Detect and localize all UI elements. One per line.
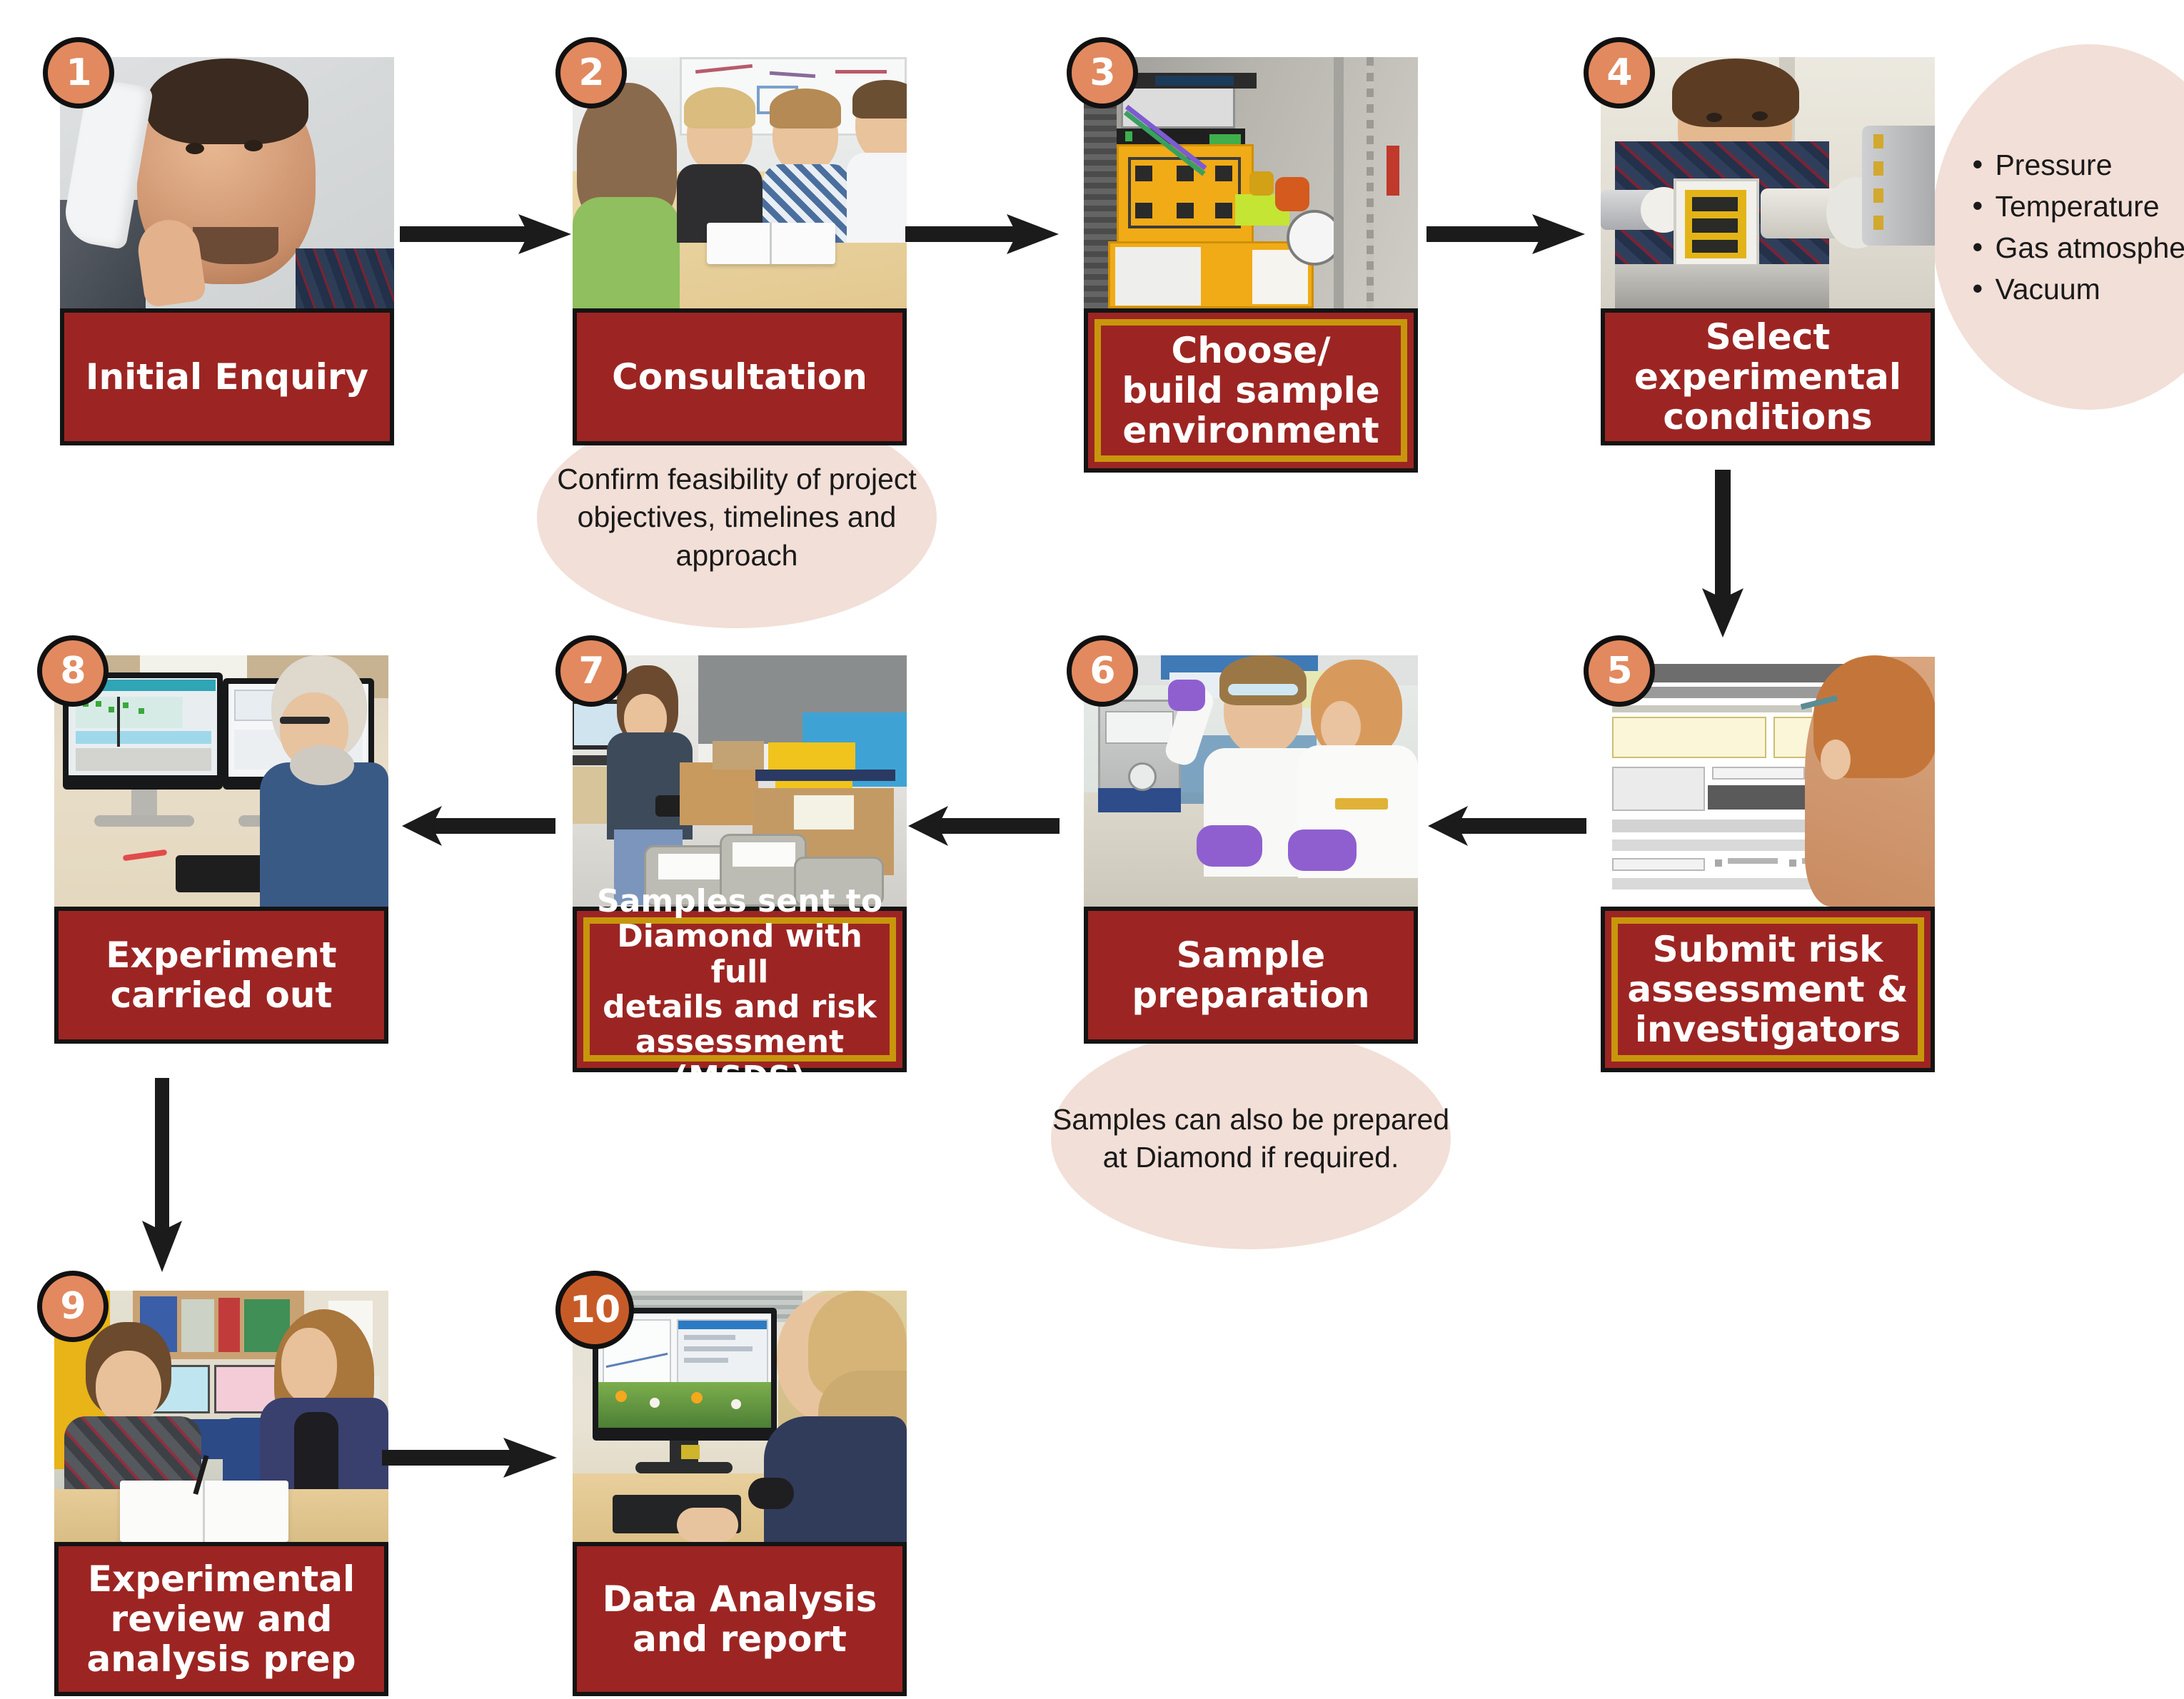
- step-card-2[interactable]: 2 Consultation: [555, 37, 907, 445]
- step-photo-6: [1084, 655, 1418, 907]
- condition-item: Temperature: [1972, 184, 2184, 227]
- step-label-text-8: Experiment carried out: [106, 934, 337, 1016]
- connector-9-to-10: [382, 1435, 557, 1481]
- step-label-1: Initial Enquiry: [60, 308, 394, 445]
- step-number-5: 5: [1606, 650, 1632, 692]
- condition-item: Pressure: [1972, 143, 2184, 186]
- step-photo-3: [1084, 57, 1418, 308]
- step-label-9: Experimental review and analysis prep: [54, 1542, 388, 1696]
- connector-5-to-6: [1428, 803, 1586, 849]
- condition-item: Gas atmosphere: [1972, 226, 2184, 268]
- step-label-6: Sample preparation: [1084, 907, 1418, 1044]
- connector-7-to-8: [402, 803, 555, 849]
- connector-2-to-3: [905, 211, 1059, 257]
- step-badge-3: 3: [1067, 37, 1138, 109]
- step-card-3[interactable]: 3 Choose/ build sample environment: [1067, 37, 1418, 473]
- step-photo-7: [573, 655, 907, 907]
- annotation-bubble-sample-prep: Samples can also be prepared at Diamond …: [1051, 1028, 1451, 1249]
- annotation-list-conditions: Pressure Temperature Gas atmosphere Vacu…: [1966, 143, 2184, 311]
- connector-4-to-5: [1698, 470, 1748, 637]
- step-label-text-10: Data Analysis and report: [602, 1578, 877, 1660]
- step-number-10: 10: [569, 1289, 620, 1331]
- step-photo-5: [1601, 655, 1935, 907]
- step-number-2: 2: [578, 51, 604, 94]
- step-label-10: Data Analysis and report: [573, 1542, 907, 1696]
- step-label-2: Consultation: [573, 308, 907, 445]
- connector-8-to-9: [138, 1078, 188, 1272]
- step-label-text-6: Sample preparation: [1132, 934, 1370, 1016]
- step-badge-9: 9: [37, 1271, 109, 1342]
- condition-item: Vacuum: [1972, 267, 2184, 310]
- step-label-text-4: Select experimental conditions: [1634, 316, 1902, 438]
- step-label-text-5: Submit risk assessment & investigators: [1627, 929, 1908, 1050]
- workflow-diagram: Confirm feasibility of project objective…: [0, 0, 2184, 1697]
- step-photo-8: [54, 655, 388, 907]
- step-photo-4: [1601, 57, 1935, 308]
- connector-6-to-7: [908, 803, 1060, 849]
- step-badge-8: 8: [37, 635, 109, 707]
- annotation-text-sample-prep: Samples can also be prepared at Diamond …: [1052, 1102, 1450, 1174]
- step-number-7: 7: [578, 650, 604, 692]
- annotation-bubble-conditions: Pressure Temperature Gas atmosphere Vacu…: [1932, 44, 2184, 410]
- step-card-5[interactable]: 5 Submit risk assessment & investigators: [1584, 635, 1935, 1078]
- step-card-7[interactable]: 7 Samples sent to Diamond with full deta…: [555, 635, 907, 1095]
- step-card-10[interactable]: 10 Data Analysis and report: [555, 1271, 907, 1699]
- step-label-8: Experiment carried out: [54, 907, 388, 1044]
- step-badge-7: 7: [555, 635, 627, 707]
- step-number-8: 8: [60, 650, 86, 692]
- connector-1-to-2: [400, 211, 571, 257]
- step-label-text-7: Samples sent to Diamond with full detail…: [596, 883, 883, 1096]
- step-card-9[interactable]: 9 Experimental review and analysis prep: [37, 1271, 388, 1699]
- step-card-8[interactable]: 8 Experiment carried out: [37, 635, 388, 1044]
- step-number-4: 4: [1606, 51, 1632, 94]
- step-photo-1: [60, 57, 394, 308]
- step-label-text-3: Choose/ build sample environment: [1122, 330, 1380, 451]
- step-number-1: 1: [66, 51, 91, 94]
- step-card-6[interactable]: 6 Sample preparation: [1067, 635, 1418, 1044]
- step-number-9: 9: [60, 1285, 86, 1328]
- step-card-4[interactable]: 4 Select experimental conditions: [1584, 37, 1935, 445]
- step-badge-1: 1: [43, 37, 114, 109]
- step-label-4: Select experimental conditions: [1601, 308, 1935, 445]
- step-badge-10: 10: [555, 1271, 634, 1349]
- step-badge-6: 6: [1067, 635, 1138, 707]
- annotation-text-consultation: Confirm feasibility of project objective…: [557, 463, 917, 572]
- step-label-text-2: Consultation: [612, 356, 867, 398]
- step-photo-9: [54, 1291, 388, 1542]
- step-badge-4: 4: [1584, 37, 1655, 109]
- step-badge-2: 2: [555, 37, 627, 109]
- connector-3-to-4: [1426, 211, 1585, 257]
- step-label-text-9: Experimental review and analysis prep: [86, 1558, 356, 1680]
- step-label-7: Samples sent to Diamond with full detail…: [573, 884, 907, 1095]
- step-label-5: Submit risk assessment & investigators: [1601, 907, 1935, 1072]
- step-label-3: Choose/ build sample environment: [1084, 308, 1418, 473]
- step-label-text-1: Initial Enquiry: [85, 356, 369, 398]
- step-number-6: 6: [1090, 650, 1115, 692]
- step-number-3: 3: [1090, 51, 1115, 94]
- step-badge-5: 5: [1584, 635, 1655, 707]
- step-card-1[interactable]: 1 Initial Enquiry: [43, 37, 394, 445]
- step-photo-2: [573, 57, 907, 308]
